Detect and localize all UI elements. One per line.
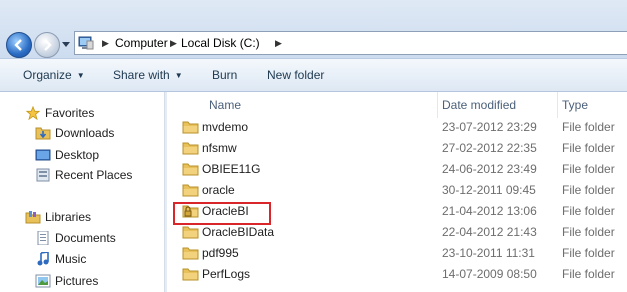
breadcrumb-local-disk[interactable]: Local Disk (C:) [181, 36, 260, 50]
file-row[interactable]: OBIEE11G 24-06-2012 23:49 File folder [167, 159, 627, 180]
file-name: nfsmw [202, 141, 237, 155]
file-row[interactable]: mvdemo 23-07-2012 23:29 File folder [167, 117, 627, 138]
breadcrumb-arrow-icon[interactable]: ▶ [275, 38, 282, 49]
address-box[interactable]: ▶ Computer ▶ Local Disk (C:) ▶ [74, 31, 627, 55]
file-date: 14-07-2009 08:50 [442, 267, 537, 281]
command-toolbar: Organize ▼ Share with ▼ Burn New folder [0, 58, 627, 92]
file-name: mvdemo [202, 120, 249, 134]
back-arrow-icon [14, 39, 22, 51]
file-type: File folder [562, 183, 615, 197]
folder-icon [182, 268, 199, 281]
column-header-date[interactable]: Date modified [442, 98, 516, 112]
nav-documents-label: Documents [55, 231, 116, 245]
nav-desktop-label: Desktop [55, 148, 100, 162]
music-note-icon [37, 252, 49, 266]
file-name: OBIEE11G [202, 162, 261, 176]
file-type: File folder [562, 120, 615, 134]
selection-highlight-box [173, 202, 271, 225]
folder-icon [182, 142, 199, 155]
nav-music-label: Music [55, 252, 87, 266]
file-row[interactable]: OracleBIData 22-04-2012 21:43 File folder [167, 222, 627, 243]
forward-arrow-icon [44, 39, 52, 51]
recent-pages-dropdown-icon[interactable] [62, 40, 70, 48]
documents-icon [37, 231, 49, 245]
file-row[interactable]: PerfLogs 14-07-2009 08:50 File folder [167, 264, 627, 285]
file-date: 23-07-2012 23:29 [442, 120, 537, 134]
file-type: File folder [562, 225, 615, 239]
file-name: oracle [202, 183, 235, 197]
back-button[interactable] [6, 32, 32, 58]
file-row[interactable]: oracle 30-12-2011 09:45 File folder [167, 180, 627, 201]
nav-recent-places-label: Recent Places [55, 168, 133, 182]
navigation-pane: Favorites Downloads Desktop Recent Place… [0, 92, 164, 292]
burn-button[interactable]: Burn [212, 68, 237, 82]
computer-icon [78, 36, 94, 50]
star-icon [25, 106, 41, 120]
file-date: 23-10-2011 11:31 [442, 246, 535, 260]
file-date: 21-04-2012 13:06 [442, 204, 537, 218]
nav-downloads-label: Downloads [55, 126, 115, 140]
file-type: File folder [562, 141, 615, 155]
folder-icon [182, 163, 199, 176]
desktop-icon [35, 149, 51, 161]
share-with-button[interactable]: Share with ▼ [113, 68, 183, 82]
breadcrumb-arrow-icon[interactable]: ▶ [102, 38, 109, 49]
file-date: 30-12-2011 09:45 [442, 183, 536, 197]
chevron-down-icon: ▼ [174, 71, 183, 81]
file-name: OracleBIData [202, 225, 275, 239]
file-row[interactable]: pdf995 23-10-2011 11:31 File folder [167, 243, 627, 264]
pictures-icon [35, 274, 51, 288]
file-name: pdf995 [202, 246, 239, 260]
file-type: File folder [562, 246, 615, 260]
file-type: File folder [562, 162, 615, 176]
nav-favorites-label: Favorites [45, 106, 95, 120]
file-type: File folder [562, 267, 615, 281]
downloads-folder-icon [35, 127, 51, 140]
file-type: File folder [562, 204, 615, 218]
nav-libraries-label: Libraries [45, 210, 92, 224]
file-row[interactable]: nfsmw 27-02-2012 22:35 File folder [167, 138, 627, 159]
folder-icon [182, 121, 199, 134]
folder-icon [182, 247, 199, 260]
new-folder-button[interactable]: New folder [267, 68, 324, 82]
file-date: 22-04-2012 21:43 [442, 225, 537, 239]
breadcrumb-arrow-icon[interactable]: ▶ [170, 38, 177, 49]
column-divider[interactable] [437, 92, 438, 118]
file-date: 24-06-2012 23:49 [442, 162, 537, 176]
recent-places-icon [36, 168, 50, 182]
file-list: Name Date modified Type mvdemo 23-07-2012… [167, 92, 627, 292]
nav-pictures-label: Pictures [55, 274, 99, 288]
file-name: PerfLogs [202, 267, 251, 281]
folder-icon [182, 184, 199, 197]
share-with-label: Share with [113, 68, 170, 82]
column-header-name[interactable]: Name [209, 98, 241, 112]
organize-label: Organize [23, 68, 72, 82]
column-header-type[interactable]: Type [562, 98, 588, 112]
column-divider[interactable] [557, 92, 558, 118]
address-bar-area: ▶ Computer ▶ Local Disk (C:) ▶ [0, 0, 627, 58]
libraries-icon [25, 211, 41, 224]
organize-button[interactable]: Organize ▼ [23, 68, 85, 82]
folder-icon [182, 226, 199, 239]
breadcrumb-computer[interactable]: Computer [115, 36, 168, 50]
chevron-down-icon: ▼ [76, 71, 85, 81]
forward-button[interactable] [34, 32, 60, 58]
file-date: 27-02-2012 22:35 [442, 141, 537, 155]
